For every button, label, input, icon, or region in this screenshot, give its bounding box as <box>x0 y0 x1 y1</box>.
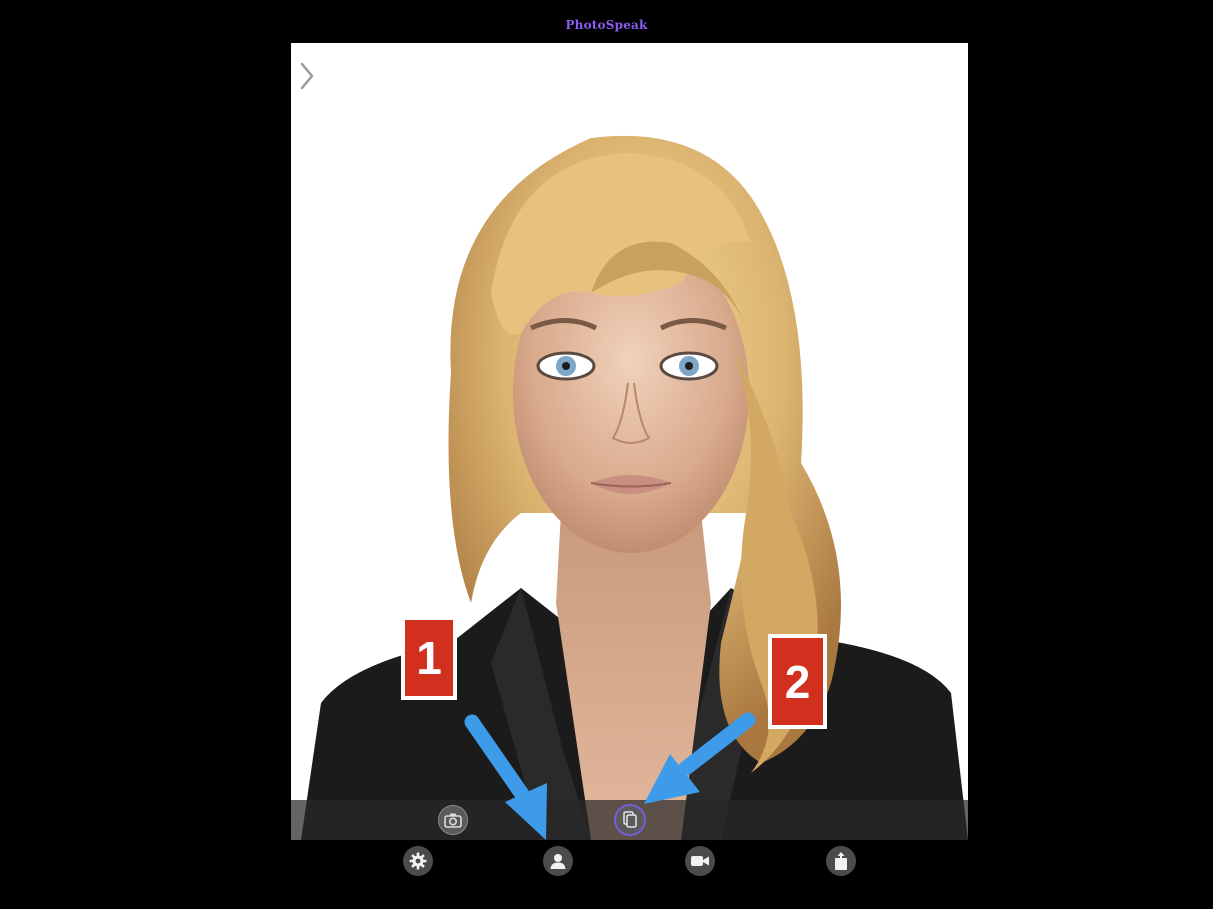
portrait-photo[interactable] <box>291 43 968 840</box>
arrow-to-profile-button <box>464 714 547 840</box>
portrait-image <box>291 43 968 840</box>
app-title: PhotoSpeak <box>565 18 648 32</box>
share-icon <box>835 852 847 870</box>
video-button[interactable] <box>685 846 715 876</box>
callout-number-2: 2 <box>768 634 827 729</box>
person-icon <box>550 854 566 869</box>
share-button[interactable] <box>826 846 856 876</box>
expand-chevron-icon[interactable] <box>296 56 320 96</box>
profile-button[interactable] <box>543 846 573 876</box>
gear-icon <box>409 852 427 870</box>
settings-button[interactable] <box>403 846 433 876</box>
bottom-toolbar <box>0 840 1213 909</box>
video-camera-icon <box>691 856 709 866</box>
arrow-to-copy-button <box>644 712 756 804</box>
copy-photos-icon <box>623 811 637 828</box>
callout-number-1: 1 <box>401 616 457 700</box>
